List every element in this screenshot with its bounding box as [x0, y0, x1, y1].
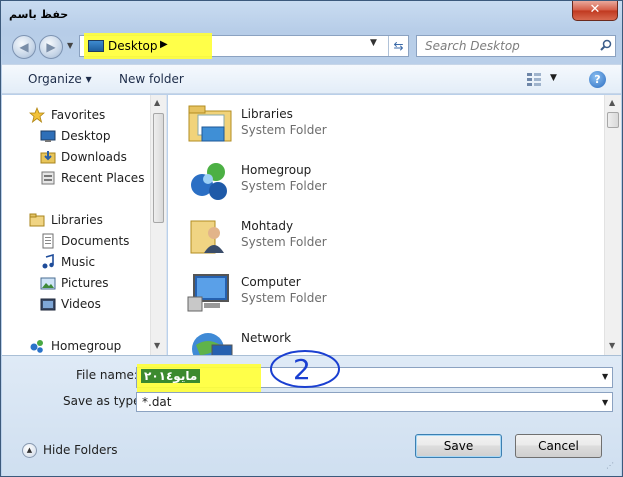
- change-view-icon[interactable]: [526, 71, 542, 87]
- documents-icon: [42, 233, 54, 249]
- navigation-scrollbar[interactable]: ▲ ▼: [150, 95, 166, 355]
- sidebar-item-label: Desktop: [61, 129, 111, 143]
- address-bar[interactable]: Desktop ▶ ▼ ⇆: [79, 33, 409, 59]
- item-type: System Folder: [241, 179, 327, 193]
- search-icon[interactable]: [600, 39, 612, 51]
- item-type: System Folder: [241, 235, 327, 249]
- forward-button[interactable]: ▶: [39, 35, 63, 59]
- save-as-type-select[interactable]: *.dat ▼: [136, 392, 613, 412]
- refresh-button[interactable]: ⇆: [388, 36, 408, 56]
- forward-arrow-icon: ▶: [46, 40, 56, 54]
- item-type: System Folder: [241, 291, 327, 305]
- search-placeholder: Search Desktop: [425, 39, 520, 53]
- videos-icon: [40, 298, 56, 311]
- view-options-chevron-down-icon[interactable]: ▼: [550, 73, 557, 83]
- libraries-folder-icon: [188, 105, 232, 142]
- recent-locations-chevron-down-icon[interactable]: ▼: [67, 41, 73, 50]
- computer-icon: [187, 274, 229, 312]
- title-bar[interactable]: حفظ باسم ✕: [1, 1, 622, 29]
- window-title: حفظ باسم: [9, 8, 69, 21]
- list-item[interactable]: Mohtady System Folder: [186, 213, 486, 265]
- scroll-down-icon[interactable]: ▼: [609, 341, 615, 350]
- homegroup-icon: [191, 163, 227, 200]
- organize-button[interactable]: Organize ▾: [28, 72, 92, 86]
- save-button[interactable]: Save: [415, 434, 502, 458]
- star-icon: [29, 107, 45, 123]
- search-input[interactable]: Search Desktop: [416, 35, 616, 57]
- sidebar-item-label: Documents: [61, 234, 130, 248]
- list-item[interactable]: Computer System Folder: [186, 269, 486, 321]
- scroll-down-icon[interactable]: ▼: [154, 341, 160, 350]
- desktop-icon: [88, 40, 104, 52]
- item-name: Libraries: [241, 107, 293, 121]
- file-list-scrollbar[interactable]: ▲ ▼: [604, 95, 621, 355]
- music-icon: [42, 254, 54, 269]
- sidebar-item-label: Music: [61, 255, 96, 269]
- file-name-dropdown-icon[interactable]: ▼: [602, 372, 608, 381]
- cancel-button[interactable]: Cancel: [515, 434, 602, 458]
- breadcrumb-desktop[interactable]: Desktop: [108, 39, 158, 53]
- breadcrumb-separator-icon[interactable]: ▶: [160, 39, 168, 50]
- sidebar-item-label: Downloads: [61, 150, 127, 164]
- save-as-dialog: حفظ باسم ✕ ◀ ▶ ▼ Desktop ▶ ▼ ⇆ Search De…: [0, 0, 623, 477]
- handwritten-annotation: 2: [270, 350, 340, 388]
- save-as-type-label: Save as type:: [63, 394, 145, 408]
- back-arrow-icon: ◀: [19, 40, 29, 54]
- pictures-icon: [40, 277, 56, 290]
- item-name: Homegroup: [241, 163, 312, 177]
- scrollbar-thumb[interactable]: [607, 112, 619, 128]
- sidebar-item-label: Recent Places: [61, 171, 145, 185]
- item-name: Mohtady: [241, 219, 294, 233]
- scroll-up-icon[interactable]: ▲: [154, 98, 160, 107]
- close-button[interactable]: ✕: [572, 1, 618, 21]
- desktop-icon: [40, 130, 56, 142]
- resize-grip-icon[interactable]: ⋰: [606, 461, 614, 470]
- user-folder-icon: [190, 220, 224, 254]
- navigation-pane: Favorites Desktop Downloads Recent Place…: [2, 95, 167, 355]
- item-name: Network: [241, 331, 292, 345]
- save-as-type-dropdown-icon[interactable]: ▼: [602, 398, 608, 407]
- close-icon: ✕: [589, 2, 601, 17]
- item-name: Computer: [241, 275, 301, 289]
- list-item[interactable]: Homegroup System Folder: [186, 157, 486, 209]
- scrollbar-thumb[interactable]: [153, 113, 164, 223]
- sidebar-item-label: Pictures: [61, 276, 109, 290]
- item-type: System Folder: [241, 123, 327, 137]
- file-list: Libraries System Folder Homegroup System…: [168, 95, 604, 365]
- sidebar-item-label: Libraries: [51, 213, 103, 227]
- file-name-input[interactable]: مايو٢٠١٤ ▼: [136, 364, 613, 392]
- sidebar-item-label: Favorites: [51, 108, 106, 122]
- collapse-up-icon: ▲: [22, 443, 37, 458]
- sidebar-item-label: Videos: [61, 297, 101, 311]
- hide-folders-label: Hide Folders: [43, 443, 118, 457]
- sidebar-item-label: Homegroup: [51, 339, 122, 353]
- file-name-label: File name:: [76, 368, 138, 382]
- back-button[interactable]: ◀: [12, 35, 36, 59]
- list-item[interactable]: Libraries System Folder: [186, 101, 486, 153]
- save-as-type-value: *.dat: [142, 395, 172, 409]
- downloads-icon: [40, 151, 56, 164]
- annotation-number: 2: [293, 353, 311, 386]
- recent-places-icon: [41, 171, 55, 185]
- address-dropdown-icon[interactable]: ▼: [370, 38, 377, 48]
- homegroup-icon: [30, 340, 43, 353]
- new-folder-button[interactable]: New folder: [119, 72, 184, 86]
- command-bar: Organize ▾ New folder ▼ ?: [2, 64, 621, 94]
- scroll-up-icon[interactable]: ▲: [609, 98, 615, 107]
- file-name-value[interactable]: مايو٢٠١٤: [141, 369, 201, 383]
- help-button[interactable]: ?: [589, 71, 606, 88]
- libraries-icon: [29, 213, 45, 227]
